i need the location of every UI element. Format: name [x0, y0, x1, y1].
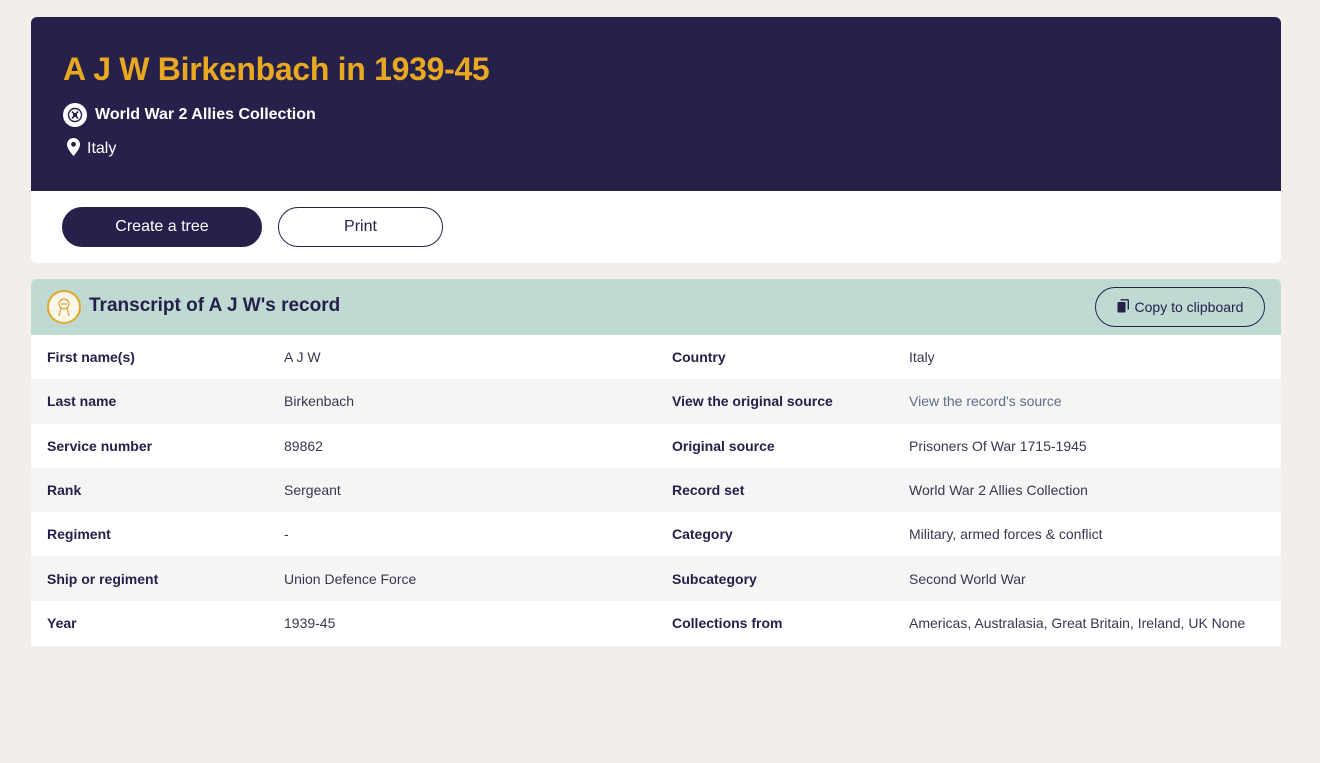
field-value: -: [284, 526, 289, 543]
table-row: Service number 89862 Original source Pri…: [31, 424, 1281, 468]
create-tree-button[interactable]: Create a tree: [62, 207, 262, 247]
location: Italy: [67, 137, 117, 161]
table-row: Last name Birkenbach View the original s…: [31, 379, 1281, 424]
field-label: Country: [672, 349, 726, 366]
field-value: 1939-45: [284, 614, 336, 631]
field-label: First name(s): [47, 349, 135, 366]
field-label: Subcategory: [672, 570, 757, 587]
table-row: Ship or regiment Union Defence Force Sub…: [31, 556, 1281, 601]
field-value: Prisoners Of War 1715-1945: [909, 437, 1087, 454]
table-row: Regiment - Category Military, armed forc…: [31, 512, 1281, 556]
copy-icon: [1117, 298, 1129, 316]
table-row: Rank Sergeant Record set World War 2 All…: [31, 467, 1281, 513]
copy-to-clipboard-button[interactable]: Copy to clipboard: [1095, 287, 1265, 327]
field-value: Sergeant: [284, 482, 341, 499]
page-title: A J W Birkenbach in 1939-45: [63, 51, 490, 87]
field-label: View the original source: [672, 393, 833, 410]
field-value: A J W: [284, 349, 321, 366]
record-table: First name(s) A J W Country Italy Last n…: [31, 335, 1281, 645]
table-row: Year 1939-45 Collections from Americas, …: [31, 601, 1281, 645]
field-label: Service number: [47, 437, 153, 454]
transcript-panel: Transcript of A J W's record Copy to cli…: [31, 279, 1281, 646]
transcript-header: Transcript of A J W's record Copy to cli…: [31, 279, 1281, 335]
military-crest-icon: [63, 103, 87, 127]
print-button[interactable]: Print: [278, 207, 443, 247]
field-label: Record set: [672, 482, 745, 499]
field-label: Year: [47, 614, 77, 631]
view-source-link[interactable]: View the record's source: [909, 393, 1062, 409]
field-label: Collections from: [672, 614, 783, 631]
record-header: A J W Birkenbach in 1939-45 World War 2 …: [31, 17, 1281, 191]
field-value: Second World War: [909, 570, 1026, 587]
field-value: 89862: [284, 437, 323, 454]
field-label: Rank: [47, 482, 82, 499]
collection-label: World War 2 Allies Collection: [95, 106, 316, 123]
field-value: World War 2 Allies Collection: [909, 482, 1088, 499]
record-seal-icon: [47, 290, 81, 324]
transcript-title: Transcript of A J W's record: [89, 295, 341, 316]
field-label: Ship or regiment: [47, 570, 159, 587]
map-pin-icon: [67, 137, 80, 161]
action-bar: Create a tree Print: [31, 191, 1281, 263]
field-value: Birkenbach: [284, 393, 355, 410]
table-row: First name(s) A J W Country Italy: [31, 335, 1281, 379]
field-label: Last name: [47, 393, 117, 410]
field-value: Union Defence Force: [284, 570, 417, 587]
location-label: Italy: [87, 140, 117, 157]
copy-label: Copy to clipboard: [1134, 299, 1244, 315]
collection-link[interactable]: World War 2 Allies Collection: [63, 103, 316, 127]
field-value: Military, armed forces & conflict: [909, 526, 1103, 543]
field-label: Original source: [672, 437, 775, 454]
field-label: Regiment: [47, 526, 111, 543]
field-label: Category: [672, 526, 733, 543]
field-value: Americas, Australasia, Great Britain, Ir…: [909, 614, 1246, 631]
field-value: Italy: [909, 349, 935, 366]
